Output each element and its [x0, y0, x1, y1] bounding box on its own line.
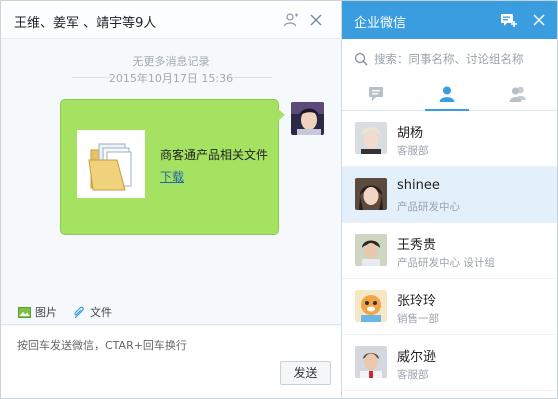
avatar — [355, 346, 387, 378]
input-hint: 按回车发送微信，CTAR+回车换行 — [17, 339, 187, 352]
contact-item[interactable]: 王秀贵 产品研发中心 设计组 — [342, 223, 557, 279]
search-bar[interactable] — [354, 49, 549, 69]
contact-name: 张玲玲 — [397, 294, 437, 309]
contact-department: 客服部 — [397, 369, 429, 381]
avatar — [355, 290, 387, 322]
sidebar-tabs — [342, 77, 557, 111]
file-icon — [74, 306, 84, 318]
chat-toolbar: 图片 文件 — [1, 299, 341, 325]
contact-name: 王秀贵 — [397, 238, 437, 253]
folder-icon — [88, 143, 132, 191]
bubble-tail — [278, 109, 285, 121]
search-input[interactable] — [374, 52, 546, 66]
contact-item[interactable]: 胡杨 客服部 — [342, 111, 557, 167]
members-icon[interactable] — [283, 12, 299, 28]
image-label: 图片 — [35, 306, 57, 319]
close-icon[interactable] — [308, 12, 324, 28]
contact-name: 胡杨 — [397, 126, 424, 141]
avatar[interactable] — [291, 102, 324, 135]
chat-bubble-icon — [369, 87, 383, 101]
contact-item[interactable]: 张玲玲 销售一部 — [342, 279, 557, 335]
chat-panel: 王维、姜军 、靖宇等9人 无更多消息记录 2015年10月17日 15:36 商… — [1, 1, 342, 398]
no-more-messages: 无更多消息记录 — [132, 55, 210, 68]
contact-department: 产品研发中心 — [397, 201, 460, 213]
contacts-sidebar: 企业微信 搜索：同事名称、讨论组名称 胡杨 客服部 shinee 产品研发中心 … — [342, 1, 557, 398]
contact-name: shinee — [397, 178, 440, 193]
tab-contacts[interactable] — [425, 81, 469, 111]
divider-line — [232, 77, 272, 78]
tab-chats[interactable] — [355, 81, 399, 111]
tab-groups[interactable] — [496, 81, 540, 111]
file-thumbnail[interactable] — [77, 130, 145, 198]
send-file-button[interactable]: 文件 — [73, 304, 112, 320]
file-name: 商客通产品相关文件 — [160, 148, 269, 162]
message-timestamp: 2015年10月17日 15:36 — [108, 72, 234, 85]
contact-department: 销售一部 — [397, 313, 439, 325]
contact-item[interactable]: shinee 产品研发中心 — [342, 167, 557, 223]
avatar — [355, 178, 387, 210]
avatar — [355, 122, 387, 154]
chat-title: 王维、姜军 、靖宇等9人 — [14, 16, 157, 31]
new-message-icon[interactable] — [500, 12, 517, 28]
contact-department: 产品研发中心 设计组 — [397, 257, 495, 269]
send-image-button[interactable]: 图片 — [18, 304, 57, 320]
person-icon — [439, 86, 455, 102]
search-icon — [354, 52, 368, 66]
contact-department: 客服部 — [397, 145, 429, 157]
avatar — [355, 234, 387, 266]
message-input[interactable]: 按回车发送微信，CTAR+回车换行 发送 — [1, 326, 341, 398]
app-window: 王维、姜军 、靖宇等9人 无更多消息记录 2015年10月17日 15:36 商… — [0, 0, 558, 399]
close-icon[interactable] — [531, 12, 547, 28]
contact-item[interactable]: 威尔逊 客服部 — [342, 335, 557, 391]
image-icon — [18, 306, 31, 318]
sidebar-header: 企业微信 — [342, 1, 557, 39]
send-button[interactable]: 发送 — [280, 361, 331, 385]
contact-name: 威尔逊 — [397, 350, 437, 365]
file-label: 文件 — [90, 306, 112, 319]
chat-header: 王维、姜军 、靖宇等9人 — [1, 1, 341, 39]
download-link[interactable]: 下载 — [160, 168, 184, 185]
file-message-bubble[interactable]: 商客通产品相关文件 下载 — [60, 99, 279, 235]
group-icon — [509, 86, 526, 102]
sidebar-title: 企业微信 — [354, 16, 407, 31]
